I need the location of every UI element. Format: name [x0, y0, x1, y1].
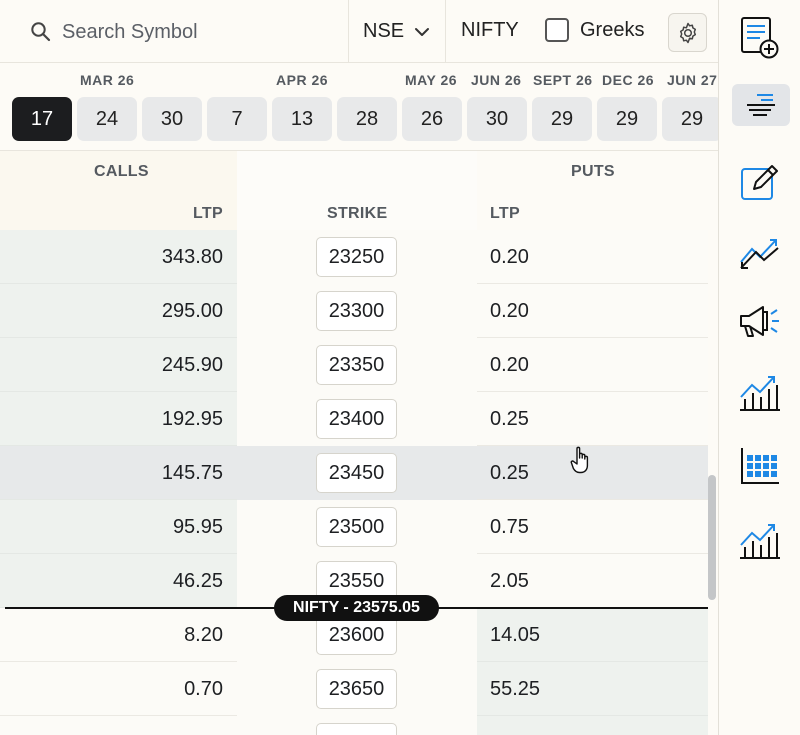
greeks-toggle[interactable]: Greeks — [545, 18, 644, 42]
expiry-date[interactable]: 29 — [532, 97, 592, 141]
put-ltp-header: LTP — [490, 205, 520, 222]
put-ltp[interactable]: 0.20 — [477, 284, 708, 338]
expiry-date[interactable]: 28 — [337, 97, 397, 141]
month-label: SEPT 26 — [533, 72, 593, 88]
month-label: APR 26 — [276, 72, 329, 88]
analytics-chart-icon — [740, 524, 780, 559]
call-ltp[interactable]: 245.90 — [0, 338, 237, 392]
announcements-icon — [740, 306, 779, 337]
symbol-label: NIFTY — [461, 19, 519, 41]
month-label: JUN 27 — [667, 72, 718, 88]
search-box — [0, 0, 349, 63]
put-ltp[interactable] — [477, 716, 708, 735]
put-ltp[interactable]: 14.05 — [477, 608, 708, 662]
table-row[interactable]: 295.00 23300 0.20 — [0, 284, 708, 338]
calls-heading: CALLS — [94, 163, 149, 180]
table-row[interactable]: 0.70 23650 55.25 — [0, 662, 708, 716]
call-ltp[interactable]: 343.80 — [0, 230, 237, 284]
search-input[interactable] — [62, 18, 332, 46]
toolbar: NSE NIFTY Greeks — [0, 0, 718, 63]
puts-heading: PUTS — [571, 163, 615, 180]
call-ltp[interactable]: 295.00 — [0, 284, 237, 338]
month-label: MAY 26 — [405, 72, 458, 88]
month-label: MAR 26 — [80, 72, 135, 88]
call-ltp[interactable]: 95.95 — [0, 500, 237, 554]
call-ltp[interactable]: 46.25 — [0, 554, 237, 608]
heatmap-icon — [741, 448, 779, 484]
table-row[interactable]: 192.95 23400 0.25 — [0, 392, 708, 446]
call-ltp-header: LTP — [193, 205, 223, 222]
strike-price[interactable]: 23500 — [316, 507, 397, 547]
expiry-date[interactable]: 13 — [272, 97, 332, 141]
strategy-chart-button[interactable] — [730, 224, 790, 280]
strike-price[interactable] — [316, 723, 397, 735]
strike-header-area — [237, 151, 477, 237]
strike-header: STRIKE — [327, 205, 388, 222]
table-row[interactable]: 343.80 23250 0.20 — [0, 230, 708, 284]
call-ltp[interactable] — [0, 716, 237, 735]
strike-price[interactable]: 23250 — [316, 237, 397, 277]
strategy-chart-icon — [740, 239, 779, 269]
settings-button[interactable] — [668, 13, 707, 52]
greeks-checkbox[interactable] — [545, 18, 569, 42]
option-chain-button[interactable] — [732, 84, 790, 126]
scrollbar-thumb[interactable] — [708, 475, 716, 600]
option-chain-icon — [747, 94, 775, 116]
greeks-label: Greeks — [580, 18, 645, 41]
bar-chart-button[interactable] — [730, 364, 790, 420]
month-label: DEC 26 — [602, 72, 655, 88]
call-ltp[interactable]: 145.75 — [0, 446, 237, 500]
spot-price-badge: NIFTY - 23575.05 — [274, 595, 439, 621]
table-row[interactable]: 95.95 23500 0.75 — [0, 500, 708, 554]
table-row[interactable]: 245.90 23350 0.20 — [0, 338, 708, 392]
put-ltp[interactable]: 0.20 — [477, 338, 708, 392]
strike-price[interactable]: 23300 — [316, 291, 397, 331]
table-row[interactable] — [0, 716, 708, 735]
expiry-date[interactable]: 29 — [662, 97, 718, 141]
edit-order-button[interactable] — [730, 154, 790, 210]
announcements-button[interactable] — [730, 294, 790, 350]
hand-cursor-icon — [570, 446, 589, 474]
put-ltp[interactable]: 0.20 — [477, 230, 708, 284]
strike-price[interactable]: 23600 — [316, 615, 397, 655]
put-ltp[interactable]: 2.05 — [477, 554, 708, 608]
month-label: JUN 26 — [471, 72, 522, 88]
add-watchlist-button[interactable] — [730, 10, 790, 66]
strike-price[interactable]: 23400 — [316, 399, 397, 439]
exchange-dropdown[interactable]: NSE — [349, 0, 446, 63]
gear-icon — [679, 22, 696, 43]
expiry-dates: 17 24 30 7 13 28 26 30 29 29 29 — [0, 97, 718, 141]
call-ltp[interactable]: 192.95 — [0, 392, 237, 446]
expiry-months: MAR 26 APR 26 MAY 26 JUN 26 SEPT 26 DEC … — [0, 72, 718, 88]
expiry-date[interactable]: 30 — [467, 97, 527, 141]
right-toolbar — [718, 0, 800, 735]
add-watchlist-icon — [741, 17, 779, 59]
heatmap-button[interactable] — [730, 438, 790, 494]
table-row-hovered[interactable]: 145.75 23450 0.25 — [0, 446, 708, 500]
expiry-date[interactable]: 7 — [207, 97, 267, 141]
option-chain-panel: NSE NIFTY Greeks MAR 26 APR 26 MAY 26 JU… — [0, 0, 718, 735]
strike-price[interactable]: 23350 — [316, 345, 397, 385]
put-ltp[interactable]: 0.25 — [477, 392, 708, 446]
strike-price[interactable]: 23450 — [316, 453, 397, 493]
expiry-date[interactable]: 26 — [402, 97, 462, 141]
bar-chart-icon — [740, 376, 780, 411]
call-ltp[interactable]: 8.20 — [0, 608, 237, 662]
call-ltp[interactable]: 0.70 — [0, 662, 237, 716]
put-ltp[interactable]: 55.25 — [477, 662, 708, 716]
expiry-date[interactable]: 30 — [142, 97, 202, 141]
edit-order-icon — [741, 165, 778, 200]
expiry-date[interactable]: 29 — [597, 97, 657, 141]
analytics-chart-button[interactable] — [730, 512, 790, 568]
expiry-date-selected[interactable]: 17 — [12, 97, 72, 141]
exchange-selected: NSE — [363, 20, 405, 42]
chevron-down-icon — [415, 27, 430, 36]
strike-price[interactable]: 23650 — [316, 669, 397, 709]
expiry-date[interactable]: 24 — [77, 97, 137, 141]
put-ltp[interactable]: 0.75 — [477, 500, 708, 554]
search-icon — [31, 22, 51, 42]
